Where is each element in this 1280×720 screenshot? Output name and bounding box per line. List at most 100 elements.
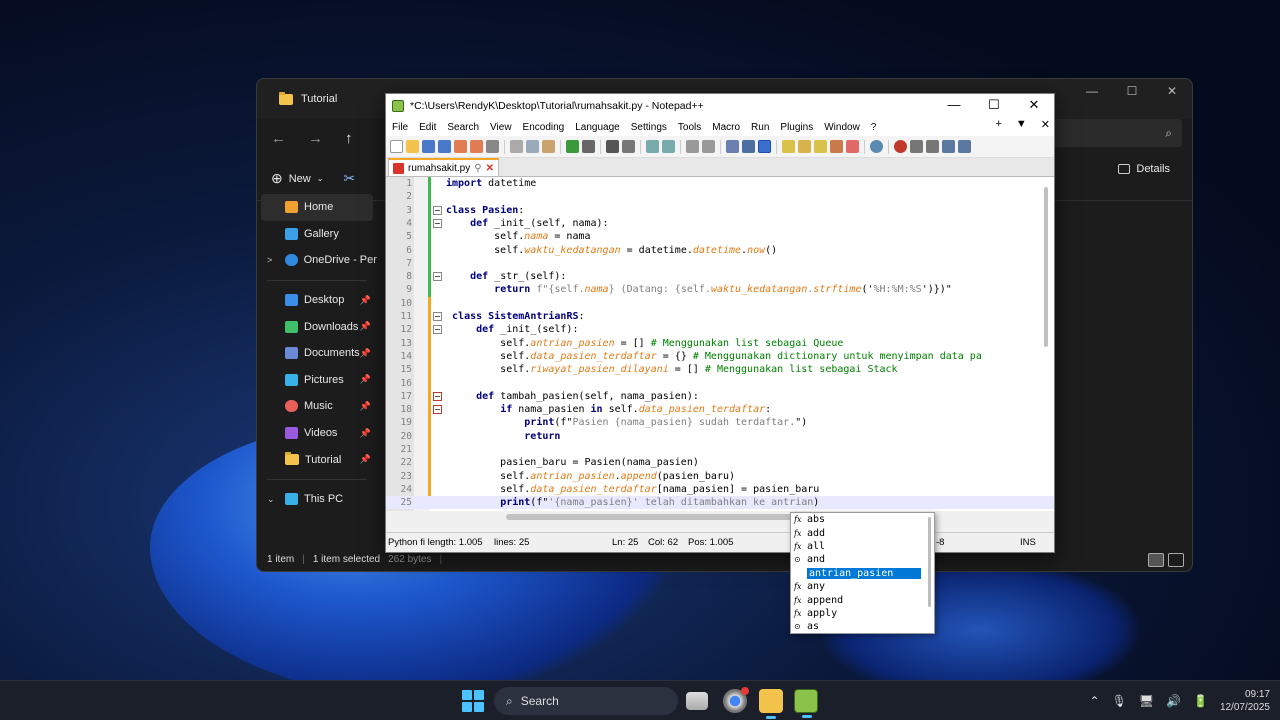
code-line[interactable]: 15 self.riwayat_pasien_dilayani = [] # M… [386,363,1054,376]
menu-plugins[interactable]: Plugins [780,122,813,133]
close-tab-icon[interactable]: ✕ [486,163,494,174]
print-icon[interactable] [486,140,499,153]
code-line[interactable]: 19 print(f"Pasien {nama_pasien} sudah te… [386,416,1054,429]
replace-icon[interactable] [622,140,635,153]
chevron-up-icon[interactable]: ⌃ [1090,694,1100,708]
fold-toggle-icon[interactable] [433,312,442,321]
menu-encoding[interactable]: Encoding [523,122,565,133]
scroll-thumb[interactable] [506,514,836,520]
save-all-icon[interactable] [438,140,451,153]
notepadpp-taskbar-icon[interactable] [794,689,818,718]
sidebar-item-onedrive[interactable]: > OneDrive - Perso [257,247,377,274]
copy-icon[interactable] [526,140,539,153]
sidebar-item-tutorial[interactable]: Tutorial 📌 [257,446,377,473]
menu-window[interactable]: Window [824,122,860,133]
func-list-icon[interactable] [814,140,827,153]
autocomplete-item[interactable]: fx append [791,593,934,606]
fold-toggle-icon[interactable] [433,205,442,215]
sync-v-icon[interactable] [686,140,699,153]
menu-file[interactable]: File [392,122,408,133]
menu-edit[interactable]: Edit [419,122,436,133]
vertical-scrollbar[interactable] [1044,187,1048,347]
menu-view[interactable]: View [490,122,512,133]
task-view-icon[interactable] [686,692,708,710]
sidebar-item-videos[interactable]: Videos 📌 [257,420,377,447]
code-line[interactable]: 10 [386,297,1054,310]
file-explorer-taskbar-icon[interactable] [759,689,783,719]
sync-h-icon[interactable] [702,140,715,153]
code-line[interactable]: 16 [386,377,1054,390]
explorer-tab[interactable]: Tutorial [269,83,347,115]
maximize-button[interactable]: ☐ [1112,79,1152,105]
microphone-icon[interactable]: 🎙 [1112,694,1127,708]
autocomplete-item[interactable]: fx add [791,526,934,539]
code-line[interactable]: 4 def _init_(self, nama): [386,217,1054,230]
code-line[interactable]: 8 def _str_(self): [386,270,1054,283]
close-button[interactable]: ✕ [1152,79,1192,105]
code-line[interactable]: 9 return f"{self.nama} (Datang: {self.wa… [386,283,1054,296]
code-line[interactable]: 2 [386,190,1054,203]
fold-toggle-icon[interactable] [433,405,442,415]
autocomplete-item[interactable]: fx abs [791,513,934,526]
details-view-icon[interactable] [1148,553,1164,567]
all-chars-icon[interactable] [742,140,755,153]
autocomplete-item[interactable]: fx all [791,540,934,553]
fold-toggle-icon[interactable] [433,391,442,401]
code-line[interactable]: 21 [386,443,1054,456]
menu-search[interactable]: Search [447,122,479,133]
code-line[interactable]: 25 print(f"'{nama_pasien}' telah ditamba… [386,496,1054,510]
stop-macro-icon[interactable] [910,140,923,153]
close-button[interactable]: ✕ [1014,94,1054,118]
up-arrow-icon[interactable]: ↑ [345,130,353,147]
code-line[interactable]: 6 self.waktu_kedatangan = datetime.datet… [386,244,1054,257]
fold-toggle-icon[interactable] [433,325,442,335]
taskbar-search[interactable]: ⌕ Search [494,687,678,715]
redo-icon[interactable] [582,140,595,153]
fold-toggle-icon[interactable] [433,218,442,228]
find-icon[interactable] [606,140,619,153]
back-arrow-icon[interactable]: ← [271,130,286,147]
save-macro-icon[interactable] [958,140,971,153]
sidebar-item-downloads[interactable]: Downloads 📌 [257,313,377,340]
zoom-out-icon[interactable] [662,140,675,153]
sidebar-item-pictures[interactable]: Pictures 📌 [257,367,377,394]
sidebar-item-home[interactable]: Home [261,194,373,221]
code-line[interactable]: 24 self.data_pasien_terdaftar[nama_pasie… [386,483,1054,496]
sidebar-item-music[interactable]: Music 📌 [257,393,377,420]
autocomplete-list[interactable]: fx abs fx add fx all ⊙ and antrian_pasien fx any fx… [790,512,935,634]
undo-icon[interactable] [566,140,579,153]
horizontal-scrollbar[interactable] [386,511,1054,523]
close-all-icon[interactable] [470,140,483,153]
pin-icon[interactable]: 📌 [360,374,371,385]
chrome-icon[interactable] [723,687,749,713]
code-line[interactable]: 17 def tambah_pasien(self, nama_pasien): [386,390,1054,403]
eye-icon[interactable] [870,140,883,153]
open-file-icon[interactable] [406,140,419,153]
cut-icon[interactable]: ✂ [343,170,355,187]
sidebar-item-documents[interactable]: Documents 📌 [257,340,377,367]
menu-settings[interactable]: Settings [631,122,667,133]
explorer-search-input[interactable]: ⌕ [1042,119,1182,147]
pin-icon[interactable]: 📌 [360,348,371,359]
doc-map-icon[interactable] [798,140,811,153]
code-line[interactable]: 18 if nama_pasien in self.data_pasien_te… [386,403,1054,416]
close-file-icon[interactable] [454,140,467,153]
autocomplete-item[interactable]: fx apply [791,607,934,620]
menu-run[interactable]: Run [751,122,769,133]
sidebar-item-this-pc[interactable]: ⌄ This PC [257,486,377,513]
paste-icon[interactable] [542,140,555,153]
details-button[interactable]: Details [1118,163,1170,175]
pin-tab-icon[interactable]: ⚲ [474,163,481,174]
maximize-button[interactable]: ☐ [974,94,1014,118]
menu-macro[interactable]: Macro [712,122,740,133]
dropdown-icon[interactable]: ▼ [1016,118,1027,131]
code-line[interactable]: 5 self.nama = nama [386,230,1054,243]
code-line[interactable]: 11 class SistemAntrianRS: [386,310,1054,323]
code-line[interactable]: 20 return [386,430,1054,443]
code-line[interactable]: 3 class Pasien: [386,204,1054,217]
code-line[interactable]: 14 self.data_pasien_terdaftar = {} # Men… [386,350,1054,363]
tiles-view-icon[interactable] [1168,553,1184,567]
indent-guide-icon[interactable] [758,140,771,153]
zoom-in-icon[interactable] [646,140,659,153]
sidebar-item-desktop[interactable]: Desktop 📌 [257,287,377,314]
